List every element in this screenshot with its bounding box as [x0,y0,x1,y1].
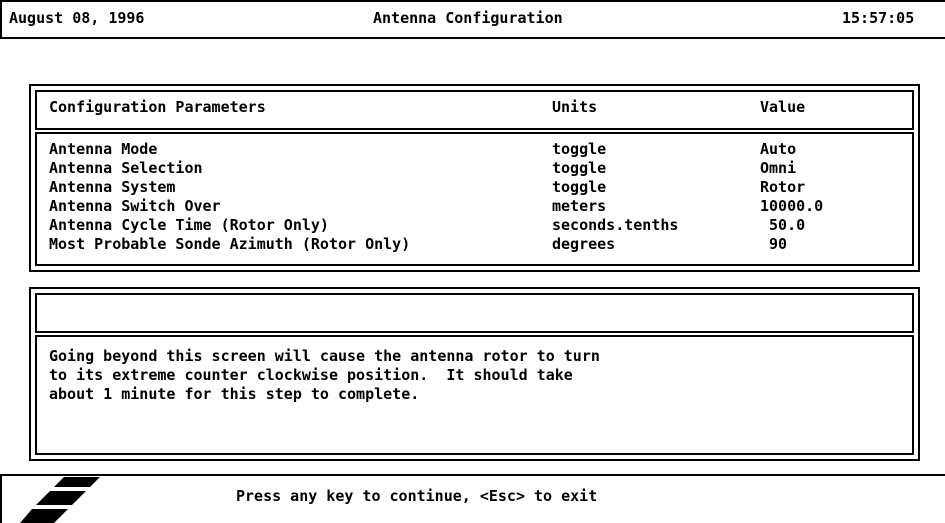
message-line-1: Going beyond this screen will cause the … [49,347,600,365]
config-table-rows: Antenna Mode toggle Auto Antenna Selecti… [0,140,945,260]
table-row[interactable]: Antenna System toggle Rotor [0,178,945,197]
column-header-parameters: Configuration Parameters [49,98,266,116]
footer-top-rule [0,474,945,476]
footer-prompt: Press any key to continue, <Esc> to exit [236,487,598,505]
row-units: degrees [552,235,616,253]
page-title: Antenna Configuration [373,9,563,27]
row-value[interactable]: 50.0 [760,216,805,235]
footer-left-rule [0,474,2,523]
row-parameter: Antenna Switch Over [49,197,221,215]
header-top-rule [0,0,945,2]
row-parameter: Antenna Selection [49,159,203,177]
message-line-3: about 1 minute for this step to complete… [49,385,420,403]
row-parameter: Antenna System [49,178,176,196]
row-units: toggle [552,178,607,196]
row-value[interactable]: Auto [760,140,796,159]
row-value[interactable]: 90 [760,235,787,254]
table-row[interactable]: Antenna Switch Over meters 10000.0 [0,197,945,216]
header-date: August 08, 1996 [9,9,145,27]
row-parameter: Most Probable Sonde Azimuth (Rotor Only) [49,235,411,253]
row-units: toggle [552,159,607,177]
header-clock: 15:57:05 [842,9,915,27]
row-value[interactable]: Omni [760,159,796,178]
table-row[interactable]: Most Probable Sonde Azimuth (Rotor Only)… [0,235,945,254]
row-value[interactable]: Rotor [760,178,805,197]
row-parameter: Antenna Cycle Time (Rotor Only) [49,216,329,234]
header-left-rule [0,0,2,39]
message-line-2: to its extreme counter clockwise positio… [49,366,573,384]
table-row[interactable]: Antenna Mode toggle Auto [0,140,945,159]
row-parameter: Antenna Mode [49,140,158,158]
row-units: meters [552,197,607,215]
message-input-box[interactable] [35,293,914,333]
column-header-units: Units [552,98,598,116]
row-value[interactable]: 10000.0 [760,197,823,216]
table-row[interactable]: Antenna Cycle Time (Rotor Only) seconds.… [0,216,945,235]
slanted-stripes-logo-icon [20,477,100,523]
table-row[interactable]: Antenna Selection toggle Omni [0,159,945,178]
header-bottom-rule [0,37,945,39]
row-units: toggle [552,140,607,158]
row-units: seconds.tenths [552,216,679,234]
column-header-value: Value [760,98,806,116]
